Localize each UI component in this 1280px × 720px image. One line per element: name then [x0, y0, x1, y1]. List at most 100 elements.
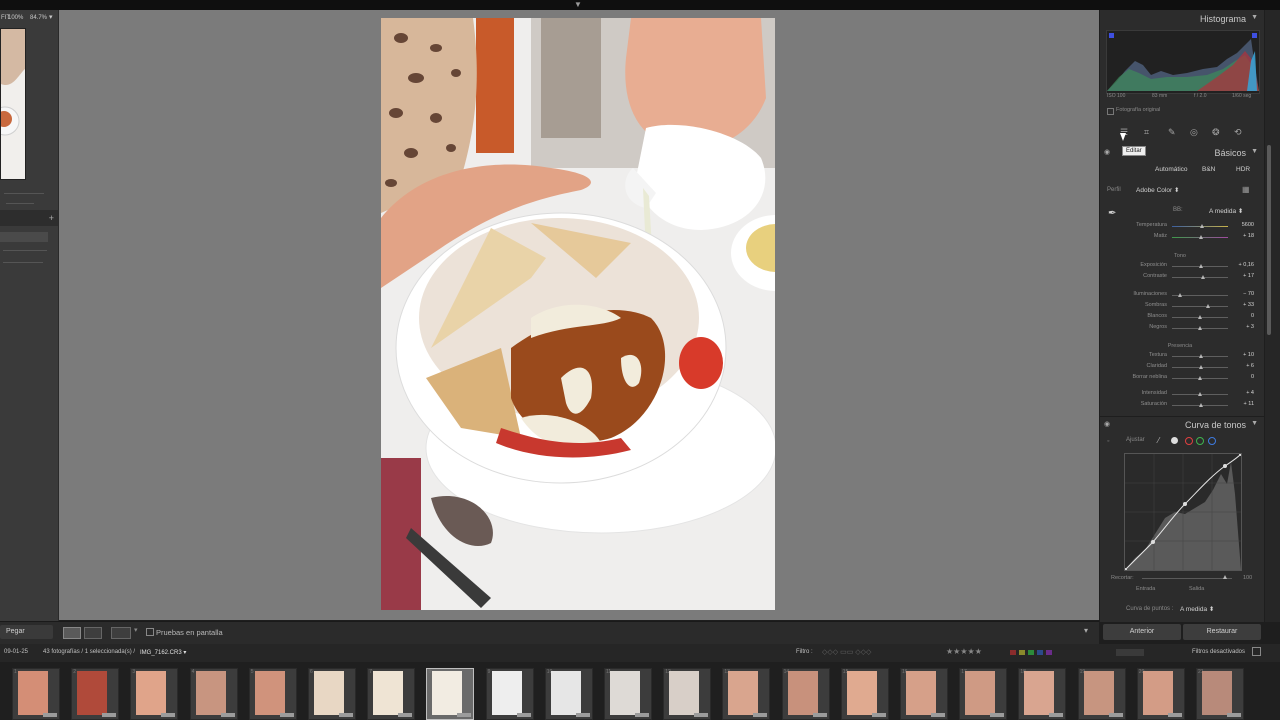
- wb-dropdown[interactable]: A medida ⬍: [1209, 207, 1243, 215]
- green-label-filter[interactable]: [1028, 650, 1034, 655]
- mode-auto[interactable]: Automático: [1155, 166, 1188, 173]
- filters-off-label[interactable]: Filtros desactivados: [1192, 649, 1245, 655]
- filmstrip-thumbnail[interactable]: 11: [604, 668, 652, 720]
- presets-icon[interactable]: ⟲: [1234, 127, 1242, 138]
- zoom-100-option[interactable]: 100%: [8, 15, 23, 21]
- slider-value[interactable]: 0: [1230, 313, 1254, 319]
- slider-knob[interactable]: [1177, 293, 1182, 297]
- compare-view-icon[interactable]: [111, 627, 131, 639]
- filmstrip-thumbnail[interactable]: 16: [900, 668, 948, 720]
- crop-icon[interactable]: ⌗: [1144, 127, 1149, 138]
- top-panel-arrow-icon[interactable]: ▼: [574, 0, 582, 9]
- slider-knob[interactable]: [1197, 376, 1202, 380]
- navigator-preview[interactable]: [0, 28, 26, 180]
- filmstrip-thumbnail[interactable]: 19: [1077, 668, 1126, 720]
- filmstrip-thumbnail[interactable]: 1: [12, 668, 60, 720]
- red-label-filter[interactable]: [1010, 650, 1016, 655]
- slider-knob[interactable]: [1198, 264, 1203, 268]
- add-icon[interactable]: +: [49, 213, 54, 223]
- point-curve-dropdown[interactable]: A medida ⬍: [1180, 605, 1214, 613]
- filmstrip-thumbnail[interactable]: 5: [248, 668, 297, 720]
- target-adjust-icon[interactable]: ◦: [1107, 438, 1109, 445]
- clip-slider-track[interactable]: [1142, 578, 1232, 579]
- collapse-icon[interactable]: ▼: [1251, 420, 1258, 427]
- previous-button[interactable]: Anterior: [1103, 624, 1181, 640]
- red-channel-icon[interactable]: [1185, 437, 1193, 445]
- filter-lock-icon[interactable]: [1252, 647, 1261, 656]
- slider-knob[interactable]: [1199, 235, 1204, 239]
- slider-knob[interactable]: [1199, 354, 1204, 358]
- slider-knob[interactable]: [1197, 315, 1202, 319]
- tone-curve-header[interactable]: Curva de tonos ▼: [1100, 418, 1260, 432]
- filmstrip-thumbnail[interactable]: 10: [544, 668, 593, 720]
- histogram-chart[interactable]: [1106, 30, 1260, 94]
- soft-proof-checkbox[interactable]: [146, 628, 154, 636]
- slider-track[interactable]: [1172, 306, 1228, 307]
- slider-value[interactable]: + 10: [1230, 352, 1254, 358]
- slider-knob[interactable]: [1199, 403, 1204, 407]
- filmstrip-thumbnail[interactable]: 18: [1018, 668, 1067, 720]
- collapse-icon[interactable]: ▼: [1251, 14, 1258, 21]
- slider-knob[interactable]: [1198, 365, 1203, 369]
- filmstrip-thumbnail[interactable]: 3: [130, 668, 179, 720]
- filmstrip-thumbnail[interactable]: 15: [840, 668, 889, 720]
- purple-label-filter[interactable]: [1046, 650, 1052, 655]
- slider-value[interactable]: + 33: [1230, 302, 1254, 308]
- slider-knob[interactable]: [1198, 392, 1203, 396]
- redeye-icon[interactable]: ◎: [1190, 127, 1198, 138]
- mode-bw[interactable]: B&N: [1202, 166, 1215, 173]
- slider-value[interactable]: + 4: [1230, 390, 1254, 396]
- white-balance-picker-icon[interactable]: ✒: [1108, 208, 1116, 219]
- filmstrip-thumbnail[interactable]: 9: [485, 668, 534, 720]
- heal-icon[interactable]: ✎: [1168, 127, 1176, 138]
- masking-icon[interactable]: ❂: [1212, 127, 1220, 138]
- filmstrip-thumbnail[interactable]: 13: [722, 668, 771, 720]
- slider-value[interactable]: + 11: [1230, 401, 1254, 407]
- reset-button[interactable]: Restaurar: [1183, 624, 1261, 640]
- slider-value[interactable]: + 17: [1230, 273, 1254, 279]
- filmstrip-thumbnail[interactable]: 17: [959, 668, 1008, 720]
- slider-value[interactable]: + 0,16: [1230, 262, 1254, 268]
- slider-value[interactable]: − 70: [1230, 291, 1254, 297]
- clip-slider-knob[interactable]: [1223, 575, 1227, 579]
- blue-channel-icon[interactable]: [1208, 437, 1216, 445]
- preset-row[interactable]: [0, 232, 48, 242]
- mode-hdr[interactable]: HDR: [1236, 166, 1250, 173]
- filmstrip-thumbnail[interactable]: 6: [308, 668, 356, 720]
- scrollbar-thumb[interactable]: [1267, 145, 1271, 335]
- collections-header[interactable]: +: [0, 210, 58, 226]
- filmstrip-thumbnail[interactable]: 4: [189, 668, 238, 720]
- profile-browser-icon[interactable]: ▦: [1242, 185, 1250, 194]
- filmstrip-thumbnail[interactable]: 8: [426, 668, 475, 720]
- profile-dropdown[interactable]: Adobe Color ⬍: [1136, 186, 1179, 194]
- collapse-icon[interactable]: ▼: [1251, 148, 1258, 155]
- toolbar-menu-icon[interactable]: ▾: [1084, 626, 1088, 635]
- filmstrip-thumbnail[interactable]: 12: [663, 668, 712, 720]
- paste-button[interactable]: Pegar: [0, 625, 53, 639]
- view-dropdown-icon[interactable]: ▾: [134, 626, 138, 634]
- parametric-curve-icon[interactable]: ⁄: [1158, 436, 1159, 445]
- filmstrip-thumbnail[interactable]: 20: [1136, 668, 1185, 720]
- filmstrip-thumbnail[interactable]: 21: [1196, 668, 1244, 720]
- filmstrip-thumbnail[interactable]: 7: [367, 668, 416, 720]
- green-channel-icon[interactable]: [1196, 437, 1204, 445]
- filename[interactable]: IMG_7162.CR3 ▾: [140, 649, 186, 656]
- slider-knob[interactable]: [1200, 275, 1205, 279]
- slider-value[interactable]: 0: [1230, 374, 1254, 380]
- slider-knob[interactable]: [1200, 224, 1205, 228]
- zoom-custom-option[interactable]: 84.7%: [30, 15, 47, 21]
- original-photo-checkbox[interactable]: [1107, 108, 1114, 115]
- flag-filter-icons[interactable]: ◇◇◇ ▭▭ ◇◇◇: [822, 648, 871, 656]
- blue-label-filter[interactable]: [1037, 650, 1043, 655]
- loupe-view-icon[interactable]: [63, 627, 81, 639]
- slider-knob[interactable]: [1198, 326, 1203, 330]
- top-panel-toggle-bar[interactable]: [0, 0, 1280, 10]
- tone-curve-graph[interactable]: [1123, 452, 1243, 572]
- main-photo[interactable]: [381, 18, 775, 610]
- filmstrip-thumbnail[interactable]: 14: [781, 668, 830, 720]
- slider-value[interactable]: + 6: [1230, 363, 1254, 369]
- yellow-label-filter[interactable]: [1019, 650, 1025, 655]
- zoom-dropdown-icon[interactable]: ▾: [49, 13, 53, 21]
- slider-knob[interactable]: [1206, 304, 1211, 308]
- before-after-view-icon[interactable]: [84, 627, 102, 639]
